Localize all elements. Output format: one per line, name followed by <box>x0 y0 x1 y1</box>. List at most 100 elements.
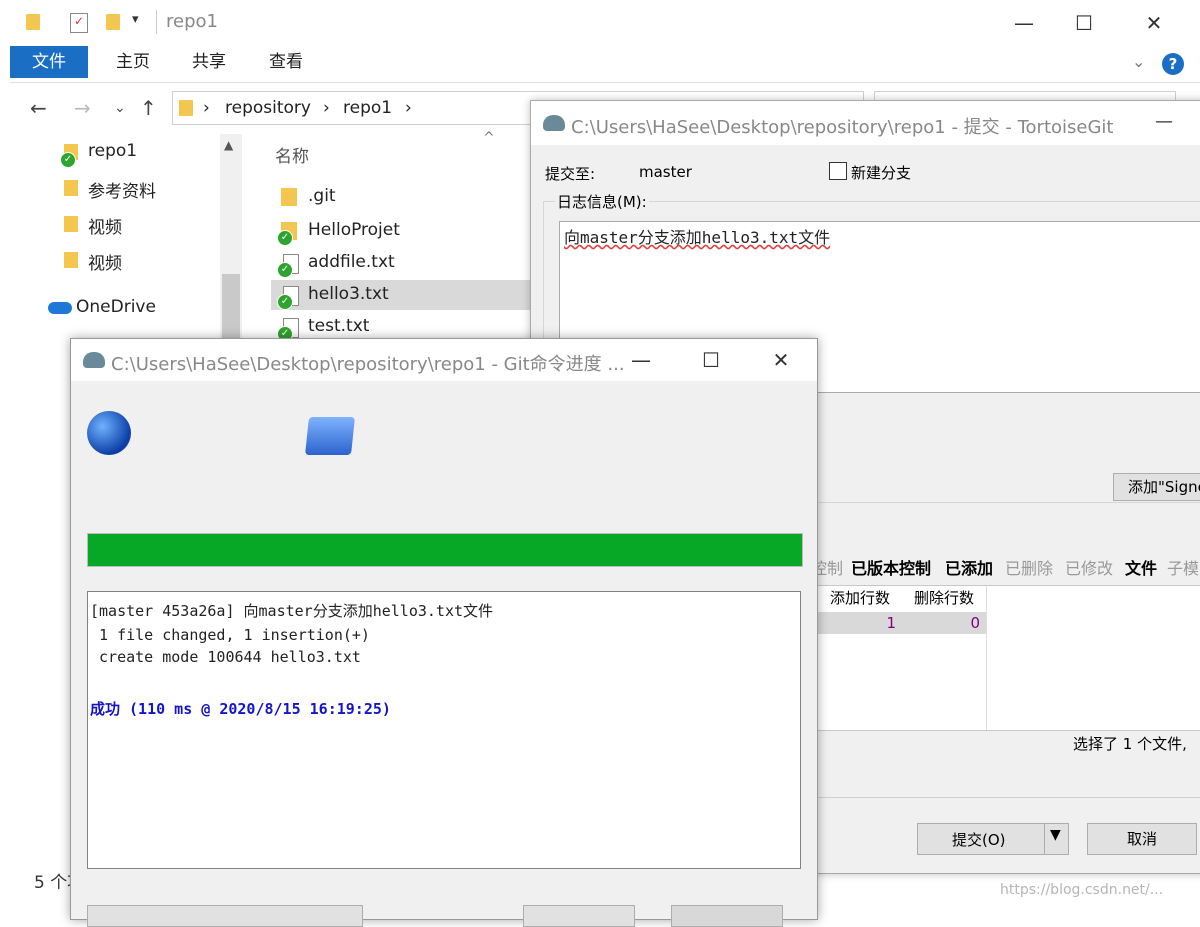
filter-files[interactable]: 文件 <box>1125 555 1157 579</box>
filter-deleted[interactable]: 已删除 <box>1005 555 1053 579</box>
help-icon[interactable]: ? <box>1162 53 1184 75</box>
cloud-icon <box>48 302 72 314</box>
added-lines-cell: 1 <box>886 614 896 632</box>
new-branch-label[interactable]: 新建分支 <box>851 162 911 183</box>
scroll-up-icon[interactable]: ▲ <box>224 138 233 152</box>
close-button[interactable]: ✕ <box>761 347 801 373</box>
log-line: 1 file changed, 1 insertion(+) <box>90 626 370 644</box>
file-row-selected[interactable]: ✓ hello3.txt <box>271 280 541 310</box>
nav-item-label: OneDrive <box>76 297 156 317</box>
tab-home[interactable]: 主页 <box>96 46 170 78</box>
breadcrumb-repository[interactable]: repository <box>225 98 311 118</box>
forward-arrow-icon[interactable]: → <box>74 96 91 120</box>
back-arrow-icon[interactable]: ← <box>30 96 47 120</box>
folder-icon <box>305 417 355 455</box>
cancel-button[interactable]: 取消 <box>1087 823 1197 855</box>
breadcrumb-repo1[interactable]: repo1 <box>343 98 392 118</box>
column-divider <box>986 586 987 730</box>
quick-access-dropdown-icon[interactable]: ▾ <box>132 12 139 27</box>
maximize-button[interactable]: ☐ <box>1064 10 1104 36</box>
nav-item-label: repo1 <box>88 141 138 161</box>
branch-name: master <box>639 163 692 181</box>
watermark: https://blog.csdn.net/... <box>1000 882 1164 898</box>
expand-ribbon-icon[interactable]: ⌄ <box>1132 52 1145 71</box>
log-message-label: 日志信息(M): <box>555 191 649 212</box>
progress-log[interactable]: [master 453a26a] 向master分支添加hello3.txt文件… <box>87 591 801 869</box>
commit-to-label: 提交至: <box>545 165 596 183</box>
file-row[interactable]: .git <box>271 182 541 212</box>
add-signed-off-button[interactable]: 添加"Signed <box>1113 473 1200 501</box>
folder-icon <box>26 14 40 30</box>
filter-added[interactable]: 已添加 <box>945 555 993 579</box>
split-divider <box>1044 824 1045 854</box>
nav-item-label: 视频 <box>88 254 122 274</box>
file-row[interactable]: ✓ addfile.txt <box>271 248 541 278</box>
new-folder-icon[interactable] <box>106 14 120 30</box>
git-progress-dialog: C:\Users\HaSee\Desktop\repository\repo1 … <box>70 338 818 927</box>
log-line: [master 453a26a] 向master分支添加hello3.txt文件 <box>90 602 494 620</box>
progress-action-button[interactable] <box>523 905 635 927</box>
git-ok-icon: ✓ <box>277 262 293 278</box>
git-ok-icon: ✓ <box>60 152 76 168</box>
progress-dialog-title: C:\Users\HaSee\Desktop\repository\repo1 … <box>111 354 625 375</box>
new-branch-checkbox[interactable] <box>829 162 847 180</box>
column-header-name[interactable]: 名称 <box>275 142 309 167</box>
filter-submodules[interactable]: 子模 <box>1167 555 1199 579</box>
file-filter-row: 控制 已版本控制 已添加 已删除 已修改 文件 子模 <box>811 555 1200 579</box>
file-name: .git <box>308 186 336 206</box>
git-ok-icon: ✓ <box>277 230 293 246</box>
divider <box>156 10 157 34</box>
dropdown-arrow-icon[interactable]: ▼ <box>1050 827 1061 843</box>
properties-icon[interactable]: ✓ <box>70 13 88 33</box>
log-message-text: 向master分支添加hello3.txt文件 <box>564 228 831 247</box>
column-header-added-lines[interactable]: 添加行数 <box>818 586 903 610</box>
recent-chevron-icon[interactable]: ⌄ <box>114 100 126 116</box>
tab-view[interactable]: 查看 <box>249 46 323 78</box>
filter-modified[interactable]: 已修改 <box>1065 555 1113 579</box>
nav-item-label: 视频 <box>88 218 122 238</box>
deleted-lines-cell: 0 <box>970 614 980 632</box>
tortoisegit-icon <box>543 115 565 131</box>
progress-titlebar: C:\Users\HaSee\Desktop\repository\repo1 … <box>71 339 817 381</box>
close-button[interactable]: ✕ <box>1134 10 1174 36</box>
maximize-button[interactable]: ☐ <box>691 347 731 373</box>
folder-icon <box>64 252 78 268</box>
ribbon-tabs: 文件 主页 共享 查看 ⌄ ? <box>10 46 1200 83</box>
breadcrumb-separator[interactable]: › <box>405 98 412 118</box>
success-line: 成功 (110 ms @ 2020/8/15 16:19:25) <box>90 700 391 718</box>
progress-close-button[interactable] <box>671 905 783 927</box>
file-name: HelloProjet <box>308 220 400 240</box>
folder-icon <box>64 180 78 196</box>
breadcrumb-separator[interactable]: › <box>323 98 330 118</box>
progress-bar-fill <box>88 534 802 566</box>
commit-button-label: 提交(O) <box>952 831 1006 849</box>
changed-files-table: 添加行数 删除行数 1 0 <box>817 585 1200 731</box>
commit-button[interactable]: 提交(O) ▼ <box>917 823 1069 855</box>
file-row[interactable]: ✓ HelloProjet <box>271 216 541 246</box>
globe-icon <box>87 411 131 455</box>
tab-share[interactable]: 共享 <box>172 46 246 78</box>
tortoisegit-icon <box>83 352 105 368</box>
breadcrumb-separator[interactable]: › <box>203 98 210 118</box>
commit-dialog-title: C:\Users\HaSee\Desktop\repository\repo1 … <box>571 117 1114 138</box>
sort-chevron-icon[interactable]: ^ <box>483 130 495 146</box>
git-ok-icon: ✓ <box>277 294 293 310</box>
log-line: create mode 100644 hello3.txt <box>90 648 361 666</box>
file-name: hello3.txt <box>308 284 389 304</box>
tab-file[interactable]: 文件 <box>10 46 88 78</box>
column-header-deleted-lines[interactable]: 删除行数 <box>902 586 987 610</box>
filter-versioned[interactable]: 已版本控制 <box>851 555 931 579</box>
minimize-button[interactable]: — <box>1004 10 1044 36</box>
progress-bar <box>87 533 803 567</box>
nav-item-label: 参考资料 <box>88 182 156 202</box>
up-arrow-icon[interactable]: ↑ <box>140 96 157 120</box>
selected-files-info: 选择了 1 个文件, <box>1073 735 1187 753</box>
file-name: addfile.txt <box>308 252 395 272</box>
minimize-button[interactable]: — <box>621 347 661 373</box>
minimize-button[interactable]: — <box>1155 111 1173 132</box>
window-title: repo1 <box>166 11 218 32</box>
folder-icon <box>179 100 193 116</box>
folder-icon <box>281 188 297 206</box>
folder-icon <box>64 216 78 232</box>
progress-action-button[interactable] <box>87 905 363 927</box>
